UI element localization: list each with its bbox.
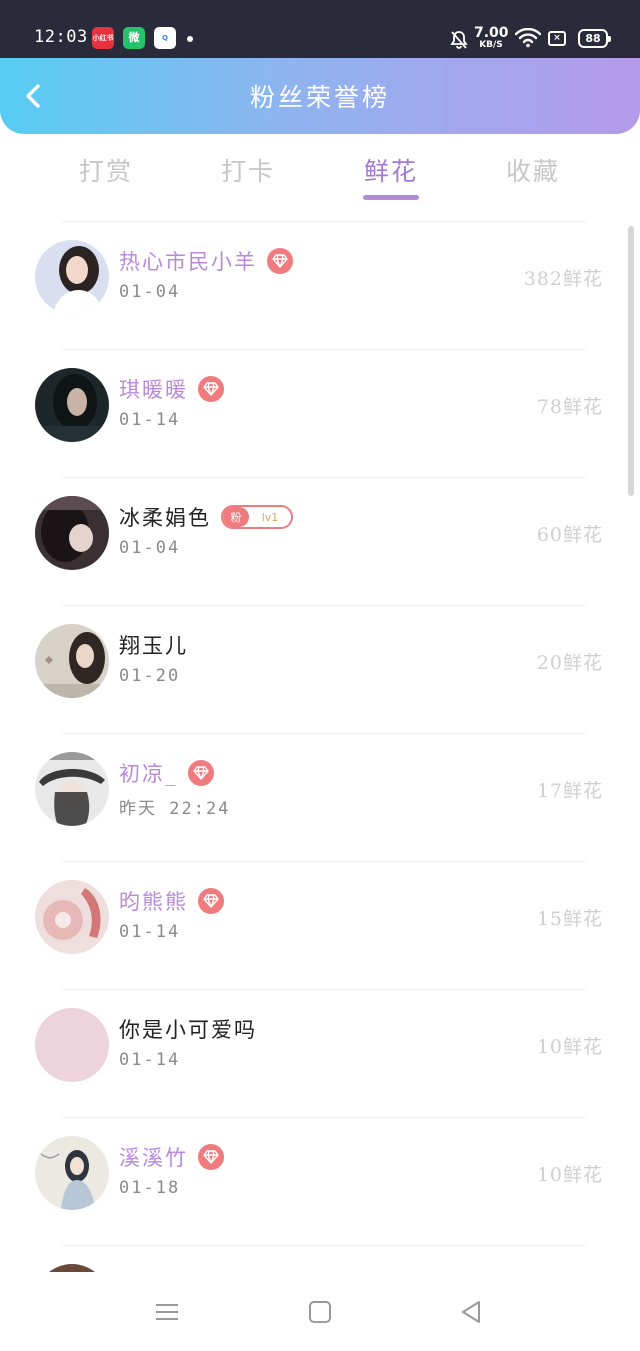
active-tab-indicator xyxy=(363,195,419,200)
browser-app-icon: Q xyxy=(154,27,176,49)
flower-count: 15鲜花 xyxy=(536,908,603,930)
diamond-badge-icon xyxy=(187,760,214,786)
flower-count: 78鲜花 xyxy=(536,396,603,418)
back-triangle-icon[interactable] xyxy=(457,1298,485,1326)
fan-ranking-list: 热心市民小羊 01-04 382鲜花 琪暖暖 01-14 78鲜花 冰柔娟色 粉… xyxy=(0,222,640,1272)
xiaohongshu-app-icon: 小红书 xyxy=(92,27,114,49)
fan-badge-level: lv1 xyxy=(261,510,279,524)
fan-level-badge: 粉 lv1 xyxy=(221,505,293,529)
fan-name: 溪溪竹 xyxy=(119,1146,188,1170)
name-line: 翔玉儿 xyxy=(119,630,188,660)
fan-date: 01-04 xyxy=(119,538,181,558)
fan-name: 琪暖暖 xyxy=(119,378,188,402)
avatar[interactable] xyxy=(35,368,109,442)
fan-name: 昀熊熊 xyxy=(119,890,188,914)
fan-date: 01-18 xyxy=(119,1178,181,1198)
fan-row[interactable] xyxy=(0,1246,640,1272)
flower-count: 10鲜花 xyxy=(536,1036,603,1058)
fan-row[interactable]: 琪暖暖 01-14 78鲜花 xyxy=(0,350,640,478)
name-line: 冰柔娟色 粉 lv1 xyxy=(119,502,293,532)
fan-name: 初凉_ xyxy=(119,762,178,786)
fan-date: 01-14 xyxy=(119,922,181,942)
fan-row[interactable]: 翔玉儿 01-20 20鲜花 xyxy=(0,606,640,734)
name-line: 你是小可爱吗 xyxy=(119,1014,257,1044)
tab-flowers[interactable]: 鲜花 xyxy=(331,152,451,188)
name-line: 琪暖暖 xyxy=(119,374,224,404)
fan-name: 冰柔娟色 xyxy=(119,506,211,530)
fan-row[interactable]: 冰柔娟色 粉 lv1 01-04 60鲜花 xyxy=(0,478,640,606)
wifi-icon xyxy=(515,28,541,48)
avatar[interactable] xyxy=(35,1136,109,1210)
network-speed-unit: KB/S xyxy=(479,40,503,50)
fan-name: 你是小可爱吗 xyxy=(119,1018,257,1042)
mute-bell-icon xyxy=(450,31,468,49)
status-time: 12:03 xyxy=(34,27,88,47)
diamond-badge-icon xyxy=(198,376,224,402)
sim-status-icon: × xyxy=(548,31,566,46)
diamond-badge-icon xyxy=(267,248,293,274)
fan-row[interactable]: 溪溪竹 01-18 10鲜花 xyxy=(0,1118,640,1246)
name-line: 昀熊熊 xyxy=(119,886,224,916)
flower-count: 17鲜花 xyxy=(536,780,603,802)
fan-row[interactable]: 热心市民小羊 01-04 382鲜花 xyxy=(0,222,640,350)
name-line: 初凉_ xyxy=(119,758,214,788)
fan-name: 翔玉儿 xyxy=(119,634,188,658)
status-bar: 12:03 小红书 微 Q 7.00 KB/S × 88 xyxy=(0,0,640,58)
flower-count: 60鲜花 xyxy=(536,524,603,546)
fan-badge-label: 粉 xyxy=(223,507,249,527)
avatar[interactable] xyxy=(35,880,109,954)
tab-tips[interactable]: 打赏 xyxy=(46,152,166,188)
avatar[interactable] xyxy=(35,496,109,570)
tab-favorites[interactable]: 收藏 xyxy=(473,152,593,188)
avatar[interactable] xyxy=(35,1264,109,1272)
fan-date: 昨天 22:24 xyxy=(119,799,231,819)
tab-bar: 打赏 打卡 鲜花 收藏 xyxy=(0,140,640,210)
page-title: 粉丝荣誉榜 xyxy=(249,83,390,112)
scrollbar[interactable] xyxy=(628,226,634,496)
flower-count: 10鲜花 xyxy=(536,1164,603,1186)
avatar[interactable] xyxy=(35,624,109,698)
home-icon[interactable] xyxy=(306,1298,334,1326)
fan-name: 热心市民小羊 xyxy=(119,250,257,274)
tab-checkin[interactable]: 打卡 xyxy=(188,152,308,188)
menu-icon[interactable] xyxy=(153,1298,181,1326)
diamond-badge-icon xyxy=(198,1144,224,1170)
more-notifications-dot xyxy=(187,36,193,42)
system-navigation-bar xyxy=(0,1272,640,1351)
battery-icon: 88 xyxy=(578,29,611,48)
fan-row[interactable]: 初凉_ 昨天 22:24 17鲜花 xyxy=(0,734,640,862)
flower-count: 20鲜花 xyxy=(536,652,603,674)
name-line: 热心市民小羊 xyxy=(119,246,293,276)
fan-date: 01-14 xyxy=(119,410,181,430)
avatar[interactable] xyxy=(35,240,109,314)
name-line: 溪溪竹 xyxy=(119,1142,224,1172)
fan-date: 01-14 xyxy=(119,1050,181,1070)
header-bar: 粉丝荣誉榜 xyxy=(0,58,640,134)
avatar[interactable] xyxy=(35,752,109,826)
network-speed: 7.00 KB/S xyxy=(474,25,509,50)
fan-date: 01-20 xyxy=(119,666,181,686)
fan-row[interactable]: 昀熊熊 01-14 15鲜花 xyxy=(0,862,640,990)
fan-row[interactable]: 你是小可爱吗 01-14 10鲜花 xyxy=(0,990,640,1118)
avatar[interactable] xyxy=(35,1008,109,1082)
network-speed-value: 7.00 xyxy=(474,25,509,41)
diamond-badge-icon xyxy=(198,888,224,914)
flower-count: 382鲜花 xyxy=(523,268,603,290)
fan-date: 01-04 xyxy=(119,282,181,302)
wechat-app-icon: 微 xyxy=(123,27,145,49)
